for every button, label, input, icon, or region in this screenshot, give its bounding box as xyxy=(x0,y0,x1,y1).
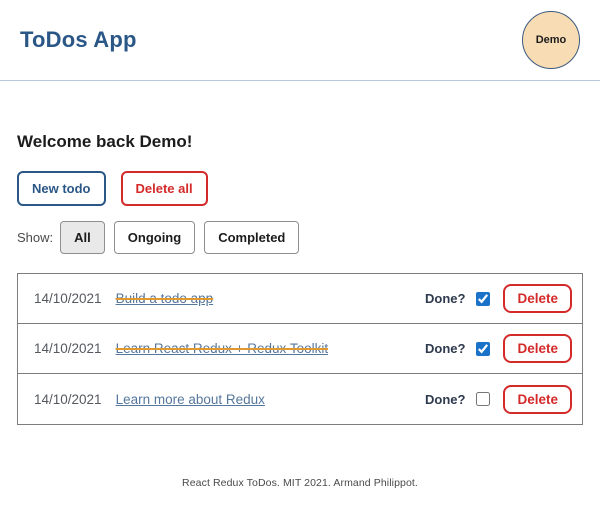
delete-button[interactable]: Delete xyxy=(503,284,572,313)
filter-ongoing[interactable]: Ongoing xyxy=(114,221,195,254)
done-checkbox[interactable] xyxy=(476,292,490,306)
filter-buttons: All Ongoing Completed xyxy=(60,221,308,254)
show-filter-label: Show: xyxy=(17,230,53,245)
todo-title-text: Learn more about Redux xyxy=(116,392,265,407)
todo-row-controls: Done? Delete xyxy=(425,385,572,414)
table-row: 14/10/2021 Learn React Redux + Redux Tool… xyxy=(18,324,582,374)
todo-title-text: Learn React Redux + Redux Toolkit xyxy=(116,341,329,356)
filter-completed[interactable]: Completed xyxy=(204,221,299,254)
table-row: 14/10/2021 Build a todo app Done? Delete xyxy=(18,274,582,324)
filter-bar: Show: All Ongoing Completed xyxy=(17,221,583,254)
app-header: ToDos App Demo xyxy=(0,0,600,81)
filter-all[interactable]: All xyxy=(60,221,105,254)
delete-button[interactable]: Delete xyxy=(503,334,572,363)
todo-row-controls: Done? Delete xyxy=(425,284,572,313)
app-footer: React Redux ToDos. MIT 2021. Armand Phil… xyxy=(0,463,600,507)
avatar[interactable]: Demo xyxy=(522,11,580,69)
main-content: Welcome back Demo! New todo Delete all S… xyxy=(0,81,600,463)
done-label: Done? xyxy=(425,392,465,407)
todo-date: 14/10/2021 xyxy=(34,392,102,407)
app-title: ToDos App xyxy=(20,27,137,53)
delete-all-button[interactable]: Delete all xyxy=(121,171,208,206)
done-checkbox[interactable] xyxy=(476,342,490,356)
todo-title-link[interactable]: Learn more about Redux xyxy=(116,392,265,407)
todo-date: 14/10/2021 xyxy=(34,291,102,306)
todo-title-link[interactable]: Build a todo app xyxy=(116,291,214,306)
todo-date: 14/10/2021 xyxy=(34,341,102,356)
done-label: Done? xyxy=(425,291,465,306)
todo-title-text: Build a todo app xyxy=(116,291,214,306)
delete-button[interactable]: Delete xyxy=(503,385,572,414)
welcome-heading: Welcome back Demo! xyxy=(17,132,583,152)
done-checkbox[interactable] xyxy=(476,392,490,406)
todo-title-link[interactable]: Learn React Redux + Redux Toolkit xyxy=(116,341,329,356)
avatar-label: Demo xyxy=(536,34,567,46)
footer-text: React Redux ToDos. MIT 2021. Armand Phil… xyxy=(0,477,600,489)
todo-list: 14/10/2021Build a todo appDone?Delete14/… xyxy=(17,273,583,425)
new-todo-button[interactable]: New todo xyxy=(17,171,106,206)
table-row: 14/10/2021 Learn more about Redux Done? Del… xyxy=(18,374,582,424)
todos-app-page: ToDos App Demo Welcome back Demo! New to… xyxy=(0,0,600,507)
done-label: Done? xyxy=(425,341,465,356)
todo-row-controls: Done? Delete xyxy=(425,334,572,363)
action-buttons: New todo Delete all xyxy=(17,171,583,206)
